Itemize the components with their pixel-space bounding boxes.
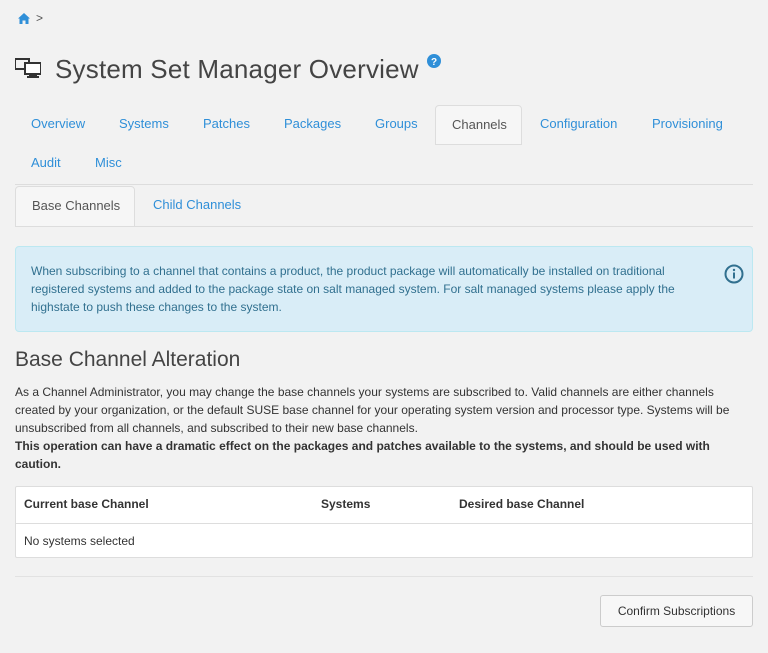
tab-patches[interactable]: Patches bbox=[187, 105, 266, 143]
breadcrumb-separator: > bbox=[36, 11, 44, 25]
info-alert: When subscribing to a channel that conta… bbox=[15, 246, 753, 332]
section-description-block: As a Channel Administrator, you may chan… bbox=[15, 383, 755, 473]
section-description: As a Channel Administrator, you may chan… bbox=[15, 385, 730, 435]
tab-packages[interactable]: Packages bbox=[268, 105, 357, 143]
info-icon bbox=[724, 264, 744, 289]
page-title: System Set Manager Overview bbox=[55, 54, 419, 84]
table-header: Current base Channel Systems Desired bas… bbox=[16, 487, 752, 524]
divider bbox=[15, 576, 753, 577]
tab-systems[interactable]: Systems bbox=[103, 105, 185, 143]
desktop-icon bbox=[14, 57, 42, 82]
tab-provisioning[interactable]: Provisioning bbox=[636, 105, 739, 143]
col-desired-base-channel[interactable]: Desired base Channel bbox=[459, 497, 584, 511]
tab-base-channels[interactable]: Base Channels bbox=[15, 186, 135, 227]
tab-audit[interactable]: Audit bbox=[15, 144, 77, 182]
home-icon[interactable] bbox=[18, 12, 30, 24]
table-row: No systems selected bbox=[16, 524, 752, 558]
col-systems[interactable]: Systems bbox=[321, 497, 370, 511]
alert-text: When subscribing to a channel that conta… bbox=[31, 264, 675, 314]
section-title: Base Channel Alteration bbox=[15, 348, 241, 371]
col-current-base-channel[interactable]: Current base Channel bbox=[24, 497, 149, 511]
tab-misc[interactable]: Misc bbox=[79, 144, 138, 182]
page-header: System Set Manager Overview ? bbox=[14, 54, 441, 85]
breadcrumb: > bbox=[18, 11, 43, 25]
confirm-subscriptions-button[interactable]: Confirm Subscriptions bbox=[600, 595, 753, 627]
tab-child-channels[interactable]: Child Channels bbox=[137, 186, 257, 224]
main-tabs: Overview Systems Patches Packages Groups… bbox=[15, 105, 753, 185]
empty-message: No systems selected bbox=[24, 534, 135, 548]
help-icon[interactable]: ? bbox=[426, 54, 441, 71]
tab-overview[interactable]: Overview bbox=[15, 105, 101, 143]
sub-tabs: Base Channels Child Channels bbox=[15, 186, 753, 227]
tab-configuration[interactable]: Configuration bbox=[524, 105, 633, 143]
section-warning: This operation can have a dramatic effec… bbox=[15, 439, 710, 471]
svg-text:?: ? bbox=[431, 57, 437, 68]
tab-channels[interactable]: Channels bbox=[435, 105, 522, 145]
base-channel-table: Current base Channel Systems Desired bas… bbox=[15, 486, 753, 558]
tab-groups[interactable]: Groups bbox=[359, 105, 434, 143]
